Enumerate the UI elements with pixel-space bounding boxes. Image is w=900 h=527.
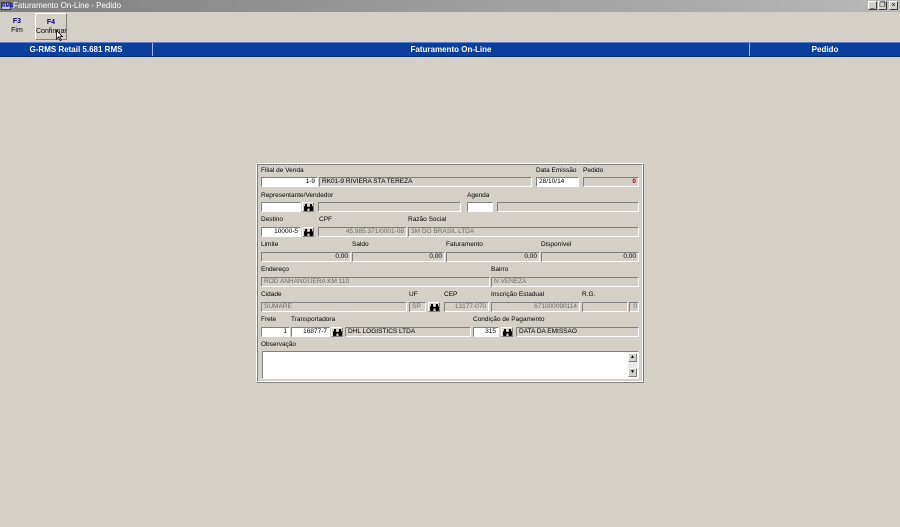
cidade-label: Cidade: [261, 291, 282, 298]
confirmar-key: F4: [46, 19, 56, 26]
disponivel-label: Disponível: [541, 241, 572, 248]
transportadora-name-field: DHL LOGISTICS LTDA: [345, 327, 471, 337]
close-button[interactable]: ×: [889, 1, 898, 10]
fim-button[interactable]: F3 Fim: [1, 13, 33, 40]
frete-input[interactable]: 1: [261, 327, 290, 337]
destino-label: Destino: [261, 216, 284, 223]
filial-label: Filial de Venda: [261, 167, 304, 174]
cep-label: CEP: [444, 291, 458, 298]
cidade-field: SUMARE: [261, 302, 407, 312]
limite-label: Limite: [261, 241, 279, 248]
razao-social-label: Razão Social: [408, 216, 447, 223]
disponivel-field: 0,00: [541, 252, 639, 262]
pedido-label: Pedido: [583, 167, 604, 174]
transportadora-code-input[interactable]: 16877-7: [291, 327, 330, 337]
representante-name-field: [318, 202, 461, 212]
window-title-bar: RMS Faturamento On-Line - Pedido _ ❐ ×: [0, 0, 900, 12]
destino-search-button[interactable]: [302, 227, 314, 237]
binoculars-icon: [304, 229, 313, 236]
condicao-pagamento-desc-field: DATA DA EMISSAO: [516, 327, 639, 337]
uf-label: UF: [409, 291, 418, 298]
header-bar: G-RMS Retail 5.681 RMS Faturamento On-Li…: [0, 42, 900, 57]
system-name: G-RMS Retail 5.681 RMS: [29, 45, 123, 54]
filial-name-field: RK01-9 RIVIERA STA TEREZA: [319, 177, 532, 187]
cep-field: 13177-070: [444, 302, 489, 312]
transportadora-search-button[interactable]: [331, 327, 343, 337]
agenda-input[interactable]: [467, 202, 493, 212]
scroll-down-button[interactable]: ▼: [628, 368, 637, 377]
representante-label: Representante/Vendedor: [261, 192, 334, 199]
representante-search-button[interactable]: [302, 202, 314, 212]
rg-digit-field: 0: [629, 302, 639, 312]
observacao-textarea[interactable]: ▲ ▼: [262, 351, 639, 379]
pedido-field: 0: [583, 177, 639, 187]
data-emissao-label: Data Emissão: [536, 167, 577, 174]
data-emissao-input[interactable]: 28/10/14: [536, 177, 579, 187]
bairro-label: Bairro: [491, 266, 509, 273]
mouse-cursor-icon: [56, 30, 64, 42]
binoculars-icon: [430, 304, 439, 311]
observacao-text: [263, 352, 638, 354]
cpf-field: 45.985.371/0001-08: [318, 227, 407, 237]
endereco-label: Endereço: [261, 266, 289, 273]
binoculars-icon: [304, 204, 313, 211]
inscricao-estadual-label: Inscrição Estadual: [491, 291, 545, 298]
cpf-label: CPF: [319, 216, 332, 223]
faturamento-label: Faturamento: [446, 241, 483, 248]
transportadora-label: Transportadora: [291, 316, 336, 323]
razao-social-field: 3M DO BRASIL LTDA: [408, 227, 639, 237]
condicao-pagamento-input[interactable]: 315: [473, 327, 499, 337]
agenda-desc-field: [497, 202, 639, 212]
window-title: Faturamento On-Line - Pedido: [13, 1, 122, 10]
cep-search-button[interactable]: [428, 302, 440, 312]
filial-code-input[interactable]: 1-9: [261, 177, 318, 187]
faturamento-field: 0,00: [446, 252, 540, 262]
uf-field: SP: [409, 302, 426, 312]
saldo-field: 0,00: [352, 252, 445, 262]
condicao-pagamento-label: Condição de Pagamento: [473, 316, 545, 323]
endereco-field: ROD ANHANGUERA KM 110: [261, 277, 490, 287]
fim-label: Fim: [11, 27, 23, 34]
condicao-search-button[interactable]: [501, 327, 513, 337]
restore-button[interactable]: ❐: [878, 1, 887, 10]
screen-name: Pedido: [811, 45, 839, 54]
representante-code-input[interactable]: [261, 202, 301, 212]
binoculars-icon: [333, 329, 342, 336]
destino-input[interactable]: 10000-5: [261, 227, 301, 237]
frete-label: Frete: [261, 316, 277, 323]
binoculars-icon: [503, 329, 512, 336]
observacao-label: Observação: [261, 341, 297, 348]
module-name: Faturamento On-Line: [410, 45, 492, 54]
limite-field: 0,00: [261, 252, 351, 262]
rg-field: [582, 302, 628, 312]
saldo-label: Saldo: [352, 241, 369, 248]
pedido-form: Filial de Venda 1-9 RK01-9 RIVIERA STA T…: [256, 163, 644, 383]
rg-label: R.G.: [582, 291, 596, 298]
app-icon: RMS: [1, 2, 14, 10]
scroll-up-button[interactable]: ▲: [628, 353, 637, 362]
toolbar: F3 Fim F4 Confirmar: [0, 12, 900, 42]
agenda-label: Agenda: [467, 192, 490, 199]
inscricao-estadual-field: 671000090114: [491, 302, 580, 312]
bairro-field: N VENEZA: [491, 277, 639, 287]
observacao-scrollbar[interactable]: ▲ ▼: [628, 353, 637, 377]
minimize-button[interactable]: _: [868, 1, 877, 10]
fim-key: F3: [12, 18, 22, 25]
